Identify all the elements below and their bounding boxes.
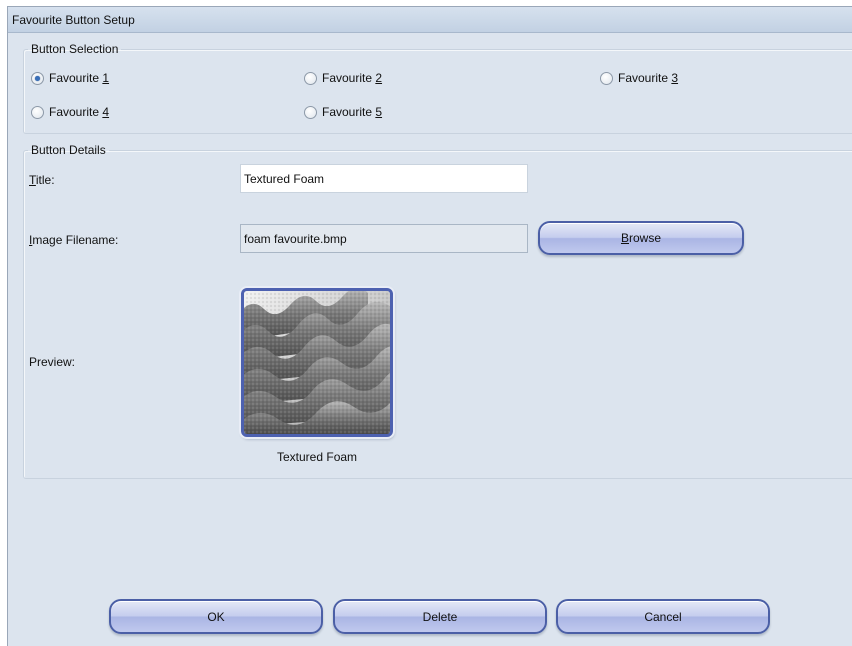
image-filename-field[interactable] [240, 224, 528, 253]
title-label: Title: [29, 173, 55, 187]
preview-image-button[interactable] [241, 288, 393, 437]
radio-favourite-1-label: Favourite 1 [49, 71, 110, 85]
radio-favourite-5-label: Favourite 5 [322, 105, 383, 119]
radio-favourite-4[interactable]: Favourite 4 [31, 104, 109, 120]
radio-favourite-5[interactable]: Favourite 5 [304, 104, 382, 120]
radio-favourite-2[interactable]: Favourite 2 [304, 70, 382, 86]
radio-favourite-3[interactable]: Favourite 3 [600, 70, 678, 86]
ok-button-label: OK [207, 609, 225, 624]
browse-button[interactable]: Browse [538, 221, 744, 255]
radio-indicator-checked [31, 71, 44, 85]
button-selection-group: Button Selection [23, 42, 852, 134]
radio-indicator [600, 71, 613, 85]
favourite-button-setup-window: Favourite Button Setup Button Selection … [7, 6, 852, 646]
browse-button-label: Browse [620, 231, 662, 245]
radio-favourite-3-label: Favourite 3 [618, 71, 679, 85]
delete-button-label: Delete [422, 609, 458, 624]
textured-foam-image-icon [244, 291, 390, 434]
radio-indicator [304, 105, 317, 119]
cancel-button[interactable]: Cancel [556, 599, 770, 634]
radio-favourite-1[interactable]: Favourite 1 [31, 70, 109, 86]
radio-favourite-4-label: Favourite 4 [49, 105, 110, 119]
preview-caption: Textured Foam [277, 450, 358, 464]
radio-indicator [31, 105, 44, 119]
button-selection-legend: Button Selection [31, 42, 119, 56]
cancel-button-label: Cancel [644, 609, 682, 624]
radio-favourite-2-label: Favourite 2 [322, 71, 383, 85]
preview-label: Preview: [29, 355, 76, 369]
radio-indicator [304, 71, 317, 85]
window-title: Favourite Button Setup [8, 7, 852, 33]
title-field[interactable] [240, 164, 528, 193]
button-details-legend: Button Details [31, 143, 106, 157]
ok-button[interactable]: OK [109, 599, 323, 634]
image-filename-label: Image Filename: [29, 233, 119, 247]
delete-button[interactable]: Delete [333, 599, 547, 634]
button-details-group: Button Details [23, 143, 852, 479]
